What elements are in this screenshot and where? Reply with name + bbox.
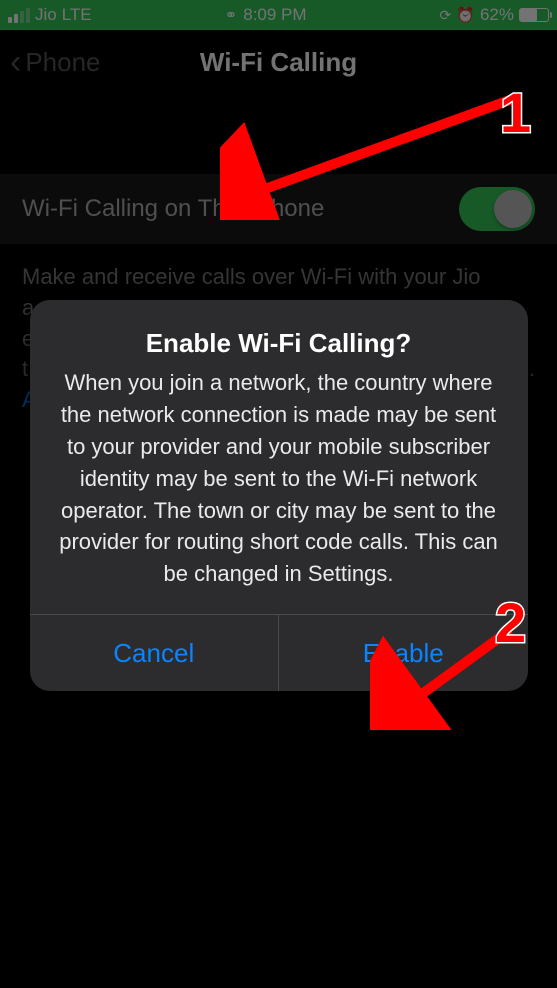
alert-title: Enable Wi-Fi Calling? [58,328,500,359]
alert-actions: Cancel Enable [30,614,528,691]
alert-body: Enable Wi-Fi Calling? When you join a ne… [30,300,528,614]
enable-alert: Enable Wi-Fi Calling? When you join a ne… [30,300,528,691]
cancel-button[interactable]: Cancel [30,615,279,691]
enable-button[interactable]: Enable [278,615,528,691]
alert-message: When you join a network, the country whe… [58,367,500,590]
